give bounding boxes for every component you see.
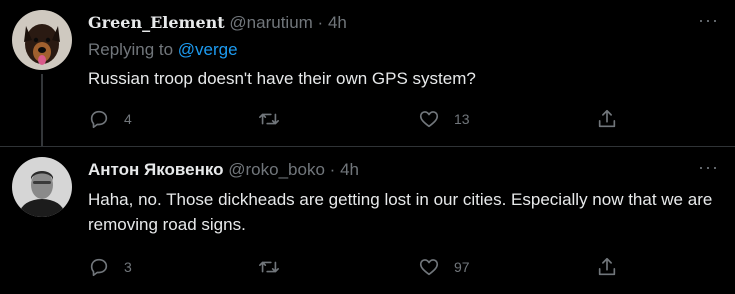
more-options-icon[interactable]: ··· — [698, 157, 719, 178]
replying-handle-link[interactable]: @verge — [178, 40, 238, 59]
reply-count: 3 — [124, 259, 132, 275]
like-button[interactable]: 13 — [418, 107, 470, 131]
tweet-actions: 3 97 — [88, 255, 628, 279]
dog-avatar-icon — [12, 10, 72, 70]
retweet-icon — [259, 261, 279, 273]
display-name[interactable]: Green_Element — [88, 13, 225, 32]
share-button[interactable] — [596, 107, 618, 131]
retweet-button[interactable] — [258, 107, 294, 131]
tweet-content: Green_Element @narutium · 4h ··· Replyin… — [88, 0, 719, 146]
tweet-content: Антон Яковенко @roko_boko · 4h ··· Haha,… — [88, 147, 719, 294]
reply-count: 4 — [124, 111, 132, 127]
heart-icon — [419, 111, 439, 128]
retweet-icon — [259, 113, 279, 125]
separator-dot: · — [317, 13, 324, 32]
avatar[interactable] — [12, 10, 72, 70]
share-icon — [598, 109, 616, 128]
reply-button[interactable]: 3 — [88, 255, 132, 279]
tweet-text: Haha, no. Those dickheads are getting lo… — [88, 190, 713, 234]
tweet[interactable]: Антон Яковенко @roko_boko · 4h ··· Haha,… — [0, 147, 735, 294]
person-avatar-icon — [12, 157, 72, 217]
share-icon — [598, 257, 616, 276]
retweet-button[interactable] — [258, 255, 294, 279]
replying-label: Replying to — [88, 40, 174, 59]
reply-button[interactable]: 4 — [88, 107, 132, 131]
avatar[interactable] — [12, 157, 72, 217]
timestamp[interactable]: 4h — [340, 160, 359, 179]
replying-to: Replying to @verge — [88, 40, 238, 60]
tweet-actions: 4 13 — [88, 107, 628, 131]
like-button[interactable]: 97 — [418, 255, 470, 279]
thread-connector — [41, 74, 43, 146]
like-count: 97 — [454, 259, 470, 275]
heart-icon — [419, 259, 439, 276]
tweet-text: Russian troop doesn't have their own GPS… — [88, 69, 476, 88]
more-options-icon[interactable]: ··· — [698, 10, 719, 31]
separator-dot: · — [329, 160, 336, 179]
display-name[interactable]: Антон Яковенко — [88, 160, 224, 179]
user-handle[interactable]: @roko_boko — [228, 160, 325, 179]
timestamp[interactable]: 4h — [328, 13, 347, 32]
reply-icon — [90, 110, 108, 129]
tweet-header: Антон Яковенко @roko_boko · 4h — [88, 160, 359, 180]
tweet[interactable]: Green_Element @narutium · 4h ··· Replyin… — [0, 0, 735, 146]
share-button[interactable] — [596, 255, 618, 279]
user-handle[interactable]: @narutium — [229, 13, 312, 32]
reply-icon — [90, 258, 108, 277]
like-count: 13 — [454, 111, 470, 127]
tweet-header: Green_Element @narutium · 4h — [88, 13, 347, 33]
